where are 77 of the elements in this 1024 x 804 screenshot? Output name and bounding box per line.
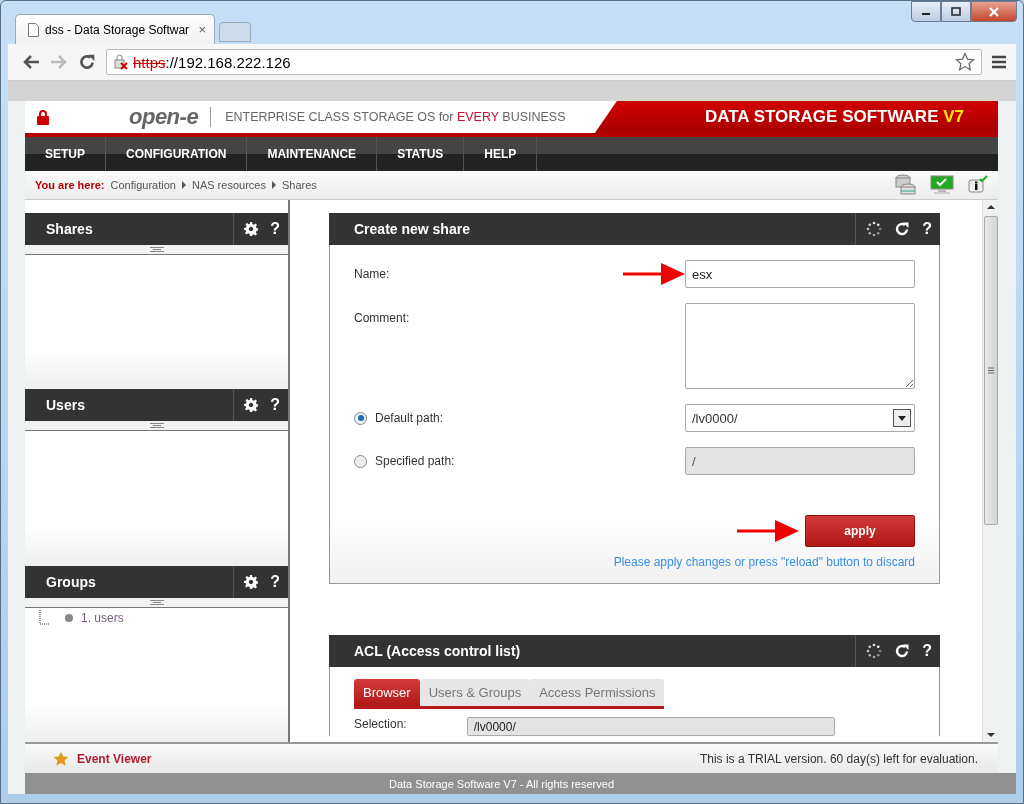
- tagline: ENTERPRISE CLASS STORAGE OS for EVERY BUSINESS: [225, 110, 566, 124]
- help-icon[interactable]: ?: [922, 220, 932, 238]
- hint-text: Please apply changes or press "reload" button to discard: [613, 555, 915, 569]
- selection-field[interactable]: /lv0000/: [466, 717, 835, 736]
- trial-notice: This is a TRIAL version. 60 day(s) left for evaluation.: [699, 751, 978, 766]
- caret-icon: [898, 415, 906, 421]
- lock-icon: [37, 109, 49, 125]
- annotation-arrow: [623, 262, 685, 286]
- resize-handle[interactable]: [25, 245, 288, 255]
- apply-button[interactable]: apply: [805, 515, 915, 547]
- grip-icon: [149, 247, 164, 252]
- panel-tab[interactable]: Browser: [354, 679, 420, 706]
- page-icon: [28, 22, 39, 37]
- help-icon[interactable]: ?: [270, 220, 280, 238]
- panel-title: Create new share: [353, 220, 471, 239]
- breadcrumb-item[interactable]: NAS resources: [191, 179, 266, 191]
- monitor-icon[interactable]: [930, 175, 954, 195]
- panel-title: Shares: [45, 220, 94, 239]
- back-icon[interactable]: [22, 54, 40, 70]
- group-dot-icon: [65, 613, 73, 622]
- close-icon[interactable]: ×: [198, 22, 206, 37]
- info-icon[interactable]: [968, 175, 988, 195]
- grip-icon: [149, 423, 164, 429]
- panel-tab[interactable]: Users & Groups: [419, 679, 531, 706]
- field-label: Selection:: [354, 717, 407, 731]
- annotation-arrow: [737, 519, 799, 543]
- logo: open-e: [129, 107, 212, 127]
- field-label: Default path:: [375, 411, 444, 425]
- tree-connector: [39, 609, 51, 626]
- comment-field[interactable]: [685, 303, 915, 389]
- menu-icon[interactable]: [992, 55, 1006, 69]
- scroll-up-icon[interactable]: [986, 204, 995, 210]
- path-dropdown[interactable]: /lv0000/: [685, 404, 915, 432]
- resize-handle[interactable]: [25, 421, 288, 432]
- field-label: Comment:: [354, 311, 410, 325]
- copyright-text: Data Storage Software V7 - All rights reserved: [389, 777, 614, 790]
- product-title: DATA STORAGE SOFTWARE V7: [594, 101, 998, 133]
- reload-icon[interactable]: [894, 643, 911, 659]
- loading-icon: [866, 221, 883, 237]
- grip-icon: [149, 599, 164, 605]
- minimize-button[interactable]: [911, 1, 941, 22]
- scrollbar[interactable]: [982, 200, 998, 742]
- radio-button[interactable]: [354, 411, 367, 425]
- broken-lock-icon: [113, 54, 129, 70]
- scroll-down-icon[interactable]: [986, 732, 995, 738]
- grip-icon: [987, 367, 994, 374]
- database-icon[interactable]: [894, 174, 916, 196]
- help-icon[interactable]: ?: [922, 642, 932, 660]
- name-field[interactable]: esx: [685, 260, 915, 288]
- tree-item[interactable]: 1. users: [81, 610, 124, 625]
- event-viewer-link[interactable]: Event Viewer: [77, 751, 152, 766]
- panel-title: Groups: [45, 572, 97, 592]
- loading-icon: [866, 643, 883, 659]
- close-button[interactable]: [971, 1, 1017, 22]
- page-tab[interactable]: dss - Data Storage Softwar ×: [15, 14, 215, 44]
- star-icon: [53, 750, 69, 767]
- field-label: Specified path:: [375, 454, 455, 468]
- breadcrumb-item[interactable]: Shares: [281, 179, 317, 191]
- panel-tab[interactable]: Access Permissions: [530, 679, 665, 706]
- star-icon[interactable]: [955, 52, 975, 72]
- help-icon[interactable]: ?: [270, 396, 280, 415]
- reload-icon[interactable]: [894, 221, 911, 237]
- settings-icon[interactable]: [244, 222, 259, 236]
- panel-title: Users: [45, 396, 86, 416]
- panel-title: ACL (Access control list): [353, 642, 522, 661]
- maximize-icon: [951, 7, 961, 16]
- breadcrumb-label: You are here:: [35, 179, 105, 191]
- reload-icon[interactable]: [78, 53, 96, 71]
- address-bar[interactable]: https://192.168.222.126: [106, 49, 982, 75]
- close-icon: [988, 6, 1000, 17]
- field-label: Name:: [354, 267, 390, 281]
- maximize-button[interactable]: [941, 1, 971, 22]
- settings-icon[interactable]: [244, 398, 259, 413]
- resize-handle[interactable]: [25, 597, 288, 608]
- help-icon[interactable]: ?: [270, 572, 280, 591]
- breadcrumb-item[interactable]: Configuration: [110, 179, 176, 191]
- settings-icon[interactable]: [244, 574, 259, 589]
